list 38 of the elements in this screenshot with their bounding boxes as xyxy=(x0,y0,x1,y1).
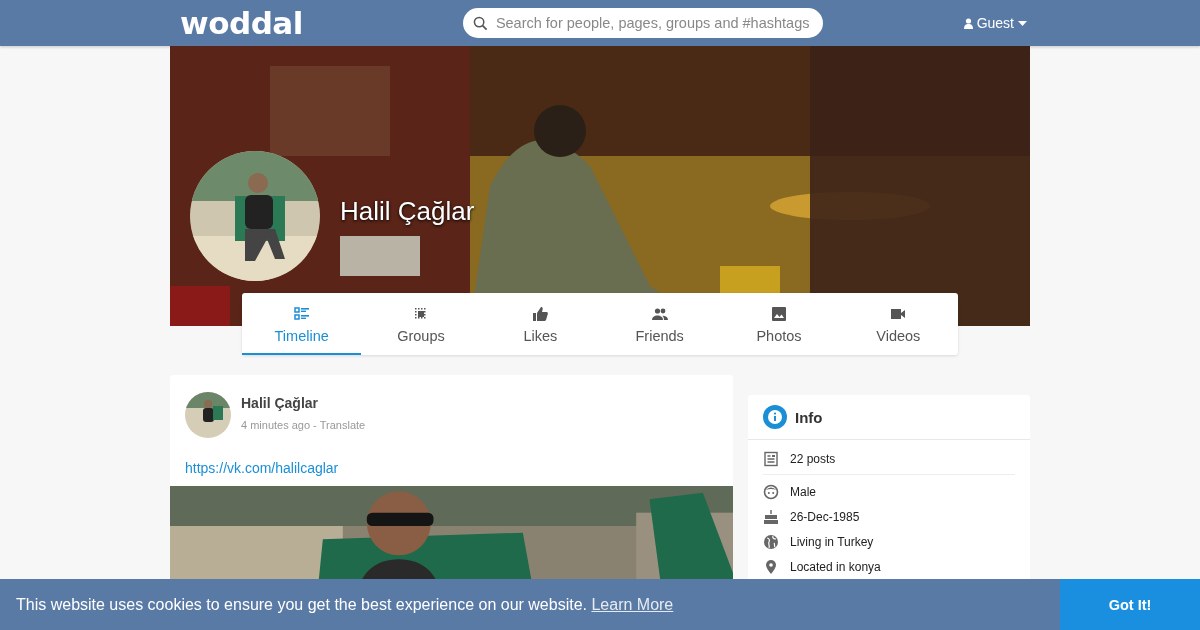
cake-icon xyxy=(763,508,779,525)
image-icon xyxy=(770,305,787,322)
profile-tab[interactable]: Videos xyxy=(838,293,958,355)
user-icon xyxy=(963,17,973,29)
people-icon xyxy=(651,305,668,322)
profile-tab[interactable]: Friends xyxy=(600,293,720,355)
info-text: 22 posts xyxy=(790,452,836,466)
info-text: Located in konya xyxy=(790,559,881,574)
user-menu[interactable]: Guest xyxy=(957,14,1033,32)
profile-tab[interactable]: Timeline xyxy=(242,293,362,355)
info-icon xyxy=(763,405,787,429)
learn-more-link[interactable]: Learn More xyxy=(591,595,674,613)
post-time: 4 minutes ago xyxy=(241,419,311,431)
caret-icon xyxy=(1018,20,1027,26)
card-title: Info xyxy=(795,408,823,426)
profile-tab[interactable]: Photos xyxy=(719,293,839,355)
info-text: Living in Turkey xyxy=(790,534,874,549)
profile-tab[interactable]: Likes xyxy=(480,293,600,355)
author-name[interactable]: Halil Çağlar xyxy=(241,395,366,411)
accept-button[interactable]: Got It! xyxy=(1060,579,1200,630)
translate-link[interactable]: Translate xyxy=(319,419,366,431)
profile-tab[interactable]: Groups xyxy=(361,293,481,355)
search-field[interactable]: Search for people, pages, groups and #hashtags xyxy=(462,8,823,38)
profile-name: Halil Çağlar xyxy=(340,196,475,227)
location-pin-icon xyxy=(763,558,779,575)
face-icon xyxy=(763,483,779,500)
cookie-message: This website uses cookies to ensure you get the best experience on our website. Learn More xyxy=(16,595,675,614)
separator-text: - xyxy=(313,419,317,431)
info-text: 26-Dec-1985 xyxy=(790,509,860,524)
globe-icon xyxy=(763,533,779,550)
post-link[interactable]: https://vk.com/halilcaglar xyxy=(185,460,339,476)
thumbs-up-icon xyxy=(532,305,549,322)
info-text: Male xyxy=(790,484,816,499)
site-logo[interactable]: woddal xyxy=(180,5,303,41)
search-icon xyxy=(472,15,488,31)
grid-icon xyxy=(413,305,429,322)
list-icon xyxy=(293,305,310,322)
document-icon xyxy=(763,451,779,467)
